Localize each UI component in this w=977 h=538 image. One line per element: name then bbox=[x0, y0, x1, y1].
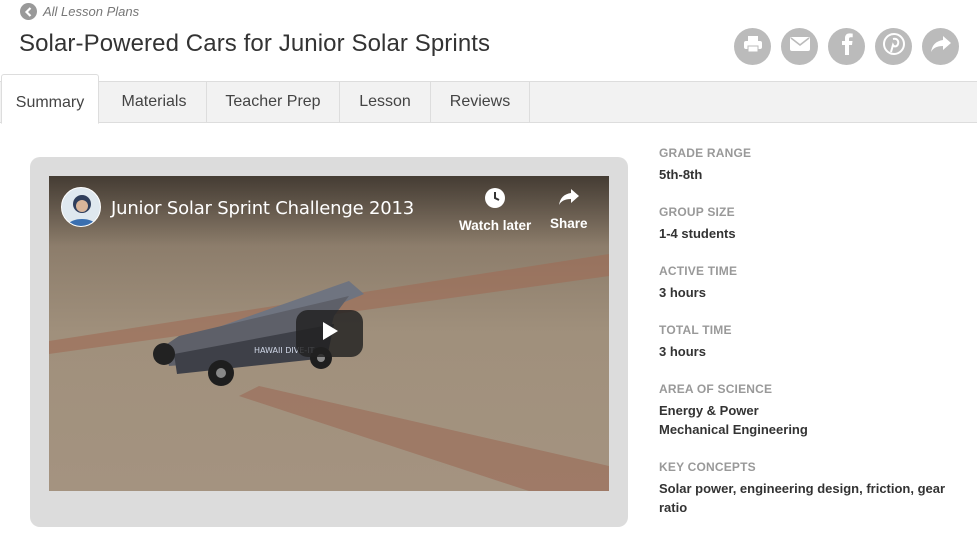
pinterest-button[interactable] bbox=[875, 28, 912, 65]
email-button[interactable] bbox=[781, 28, 818, 65]
grade-range-label: GRADE RANGE bbox=[659, 146, 752, 160]
facebook-button[interactable] bbox=[828, 28, 865, 65]
page-header: All Lesson Plans Solar-Powered Cars for … bbox=[0, 0, 977, 82]
group-size-value: 1-4 students bbox=[659, 226, 736, 241]
active-time-group: ACTIVE TIME 3 hours bbox=[659, 264, 959, 302]
grade-range-group: GRADE RANGE 5th-8th bbox=[659, 146, 959, 184]
chevron-left-icon bbox=[20, 3, 37, 20]
area-of-science-value: Energy & Power Mechanical Engineering bbox=[659, 401, 959, 439]
total-time-value: 3 hours bbox=[659, 344, 706, 359]
share-arrow-icon bbox=[558, 187, 580, 210]
total-time-label: TOTAL TIME bbox=[659, 323, 732, 337]
share-icon bbox=[930, 35, 952, 58]
video-player[interactable]: HAWAII DIVE-IT Junior Solar Sprint Chall… bbox=[49, 176, 609, 491]
key-concepts-value: Solar power, engineering design, frictio… bbox=[659, 481, 946, 515]
active-time-value: 3 hours bbox=[659, 285, 706, 300]
back-link-label: All Lesson Plans bbox=[43, 4, 140, 19]
grade-range-value: 5th-8th bbox=[659, 167, 703, 182]
total-time-group: TOTAL TIME 3 hours bbox=[659, 323, 959, 361]
area-of-science-item[interactable]: Mechanical Engineering bbox=[659, 420, 959, 439]
group-size-group: GROUP SIZE 1-4 students bbox=[659, 205, 959, 243]
facebook-icon bbox=[841, 33, 853, 60]
watch-later-label: Watch later bbox=[459, 218, 532, 233]
key-concepts-label: KEY CONCEPTS bbox=[659, 460, 756, 474]
share-button[interactable] bbox=[922, 28, 959, 65]
tab-reviews[interactable]: Reviews bbox=[431, 81, 530, 123]
back-to-lesson-plans-link[interactable]: All Lesson Plans bbox=[20, 3, 139, 20]
video-title[interactable]: Junior Solar Sprint Challenge 2013 bbox=[111, 198, 414, 219]
page-title: Solar-Powered Cars for Junior Solar Spri… bbox=[19, 30, 491, 57]
pinterest-icon bbox=[882, 33, 905, 60]
clock-icon bbox=[484, 187, 506, 212]
key-concepts-group: KEY CONCEPTS Solar power, engineering de… bbox=[659, 460, 959, 517]
video-share-button[interactable]: Share bbox=[550, 187, 588, 231]
email-icon bbox=[789, 37, 810, 56]
tab-summary[interactable]: Summary bbox=[1, 74, 99, 124]
lesson-tabs: Summary Materials Teacher Prep Lesson Re… bbox=[0, 74, 977, 124]
play-button[interactable] bbox=[296, 310, 363, 357]
group-size-label: GROUP SIZE bbox=[659, 205, 735, 219]
area-of-science-item[interactable]: Energy & Power bbox=[659, 401, 959, 420]
tab-lesson[interactable]: Lesson bbox=[340, 81, 431, 123]
video-share-label: Share bbox=[550, 216, 588, 231]
play-icon bbox=[320, 321, 340, 346]
share-toolbar bbox=[734, 28, 959, 65]
area-of-science-group: AREA OF SCIENCE Energy & Power Mechanica… bbox=[659, 382, 959, 439]
tab-teacher-prep[interactable]: Teacher Prep bbox=[207, 81, 340, 123]
lesson-details-sidebar: GRADE RANGE 5th-8th GROUP SIZE 1-4 stude… bbox=[659, 146, 959, 538]
tab-materials[interactable]: Materials bbox=[102, 81, 207, 123]
watch-later-button[interactable]: Watch later bbox=[459, 187, 531, 233]
print-button[interactable] bbox=[734, 28, 771, 65]
print-icon bbox=[743, 35, 763, 58]
channel-avatar[interactable] bbox=[61, 187, 101, 227]
active-time-label: ACTIVE TIME bbox=[659, 264, 738, 278]
area-of-science-label: AREA OF SCIENCE bbox=[659, 382, 773, 396]
